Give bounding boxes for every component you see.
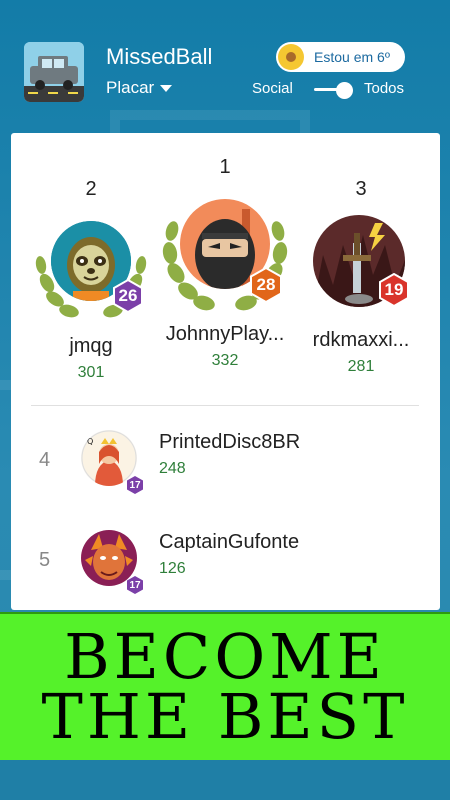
player-score: 248: [159, 460, 186, 477]
player-score: 281: [347, 358, 375, 375]
leaderboard-dropdown-label: Placar: [106, 78, 155, 97]
sunflower-icon: [278, 44, 304, 70]
divider: [31, 405, 419, 406]
list-item[interactable]: 5 17 CaptainGufonte 126: [11, 511, 440, 611]
toggle-label-all: Todos: [364, 80, 405, 97]
app-icon: [24, 42, 84, 102]
podium-rank: 1: [219, 156, 231, 178]
leaderboard-card: 2 26 jmqg 301 1 28 JohnnyPlay... 332 3 1…: [11, 133, 440, 610]
podium-rank: 3: [355, 178, 367, 200]
promo-banner: BECOME THE BEST: [0, 612, 450, 760]
row-rank: 5: [39, 549, 51, 571]
switch-knob[interactable]: [336, 82, 353, 99]
level-badge: 28: [248, 267, 284, 303]
player-avatar[interactable]: 19: [311, 213, 411, 313]
level-badge: 26: [111, 279, 145, 313]
level-badge: 17: [126, 576, 144, 594]
player-score: 301: [77, 364, 105, 381]
player-name: rdkmaxxi...: [312, 329, 410, 351]
player-avatar[interactable]: 28: [158, 183, 292, 317]
player-avatar[interactable]: 26: [33, 209, 149, 325]
player-name: JohnnyPlay...: [165, 323, 285, 345]
app-header: MissedBall Placar Estou em 6º Social Tod…: [0, 0, 450, 130]
my-rank-label: Estou em 6º: [314, 49, 390, 65]
toggle-label-social: Social: [252, 80, 293, 97]
banner-line-2: THE BEST: [41, 680, 409, 753]
podium-second[interactable]: 2 26 jmqg 301: [21, 178, 161, 382]
svg-text:Q: Q: [87, 437, 93, 446]
chevron-down-icon: [160, 84, 173, 92]
podium-third[interactable]: 3 19 rdkmaxxi... 281: [291, 178, 431, 376]
banner-line-1: BECOME: [64, 620, 386, 693]
player-score: 332: [211, 352, 239, 369]
bottom-strip: [0, 760, 450, 800]
player-score: 126: [159, 560, 186, 577]
social-all-switch[interactable]: [314, 82, 356, 99]
player-name: CaptainGufonte: [159, 531, 300, 553]
social-all-toggle-row: Social Todos: [252, 79, 412, 99]
player-name: PrintedDisc8BR: [159, 431, 301, 453]
app-title: MissedBall: [106, 44, 213, 69]
podium-first[interactable]: 1 28 JohnnyPlay... 332: [155, 156, 295, 370]
row-rank: 4: [39, 449, 51, 471]
list-item[interactable]: 4 Q 17 PrintedDisc8BR 248: [11, 411, 440, 511]
podium-rank: 2: [85, 178, 97, 200]
level-badge: 17: [126, 476, 144, 494]
leaderboard-dropdown[interactable]: Placar: [106, 78, 173, 98]
my-rank-pill[interactable]: Estou em 6º: [276, 42, 405, 72]
level-badge: 19: [377, 273, 411, 307]
player-name: jmqg: [69, 335, 113, 357]
